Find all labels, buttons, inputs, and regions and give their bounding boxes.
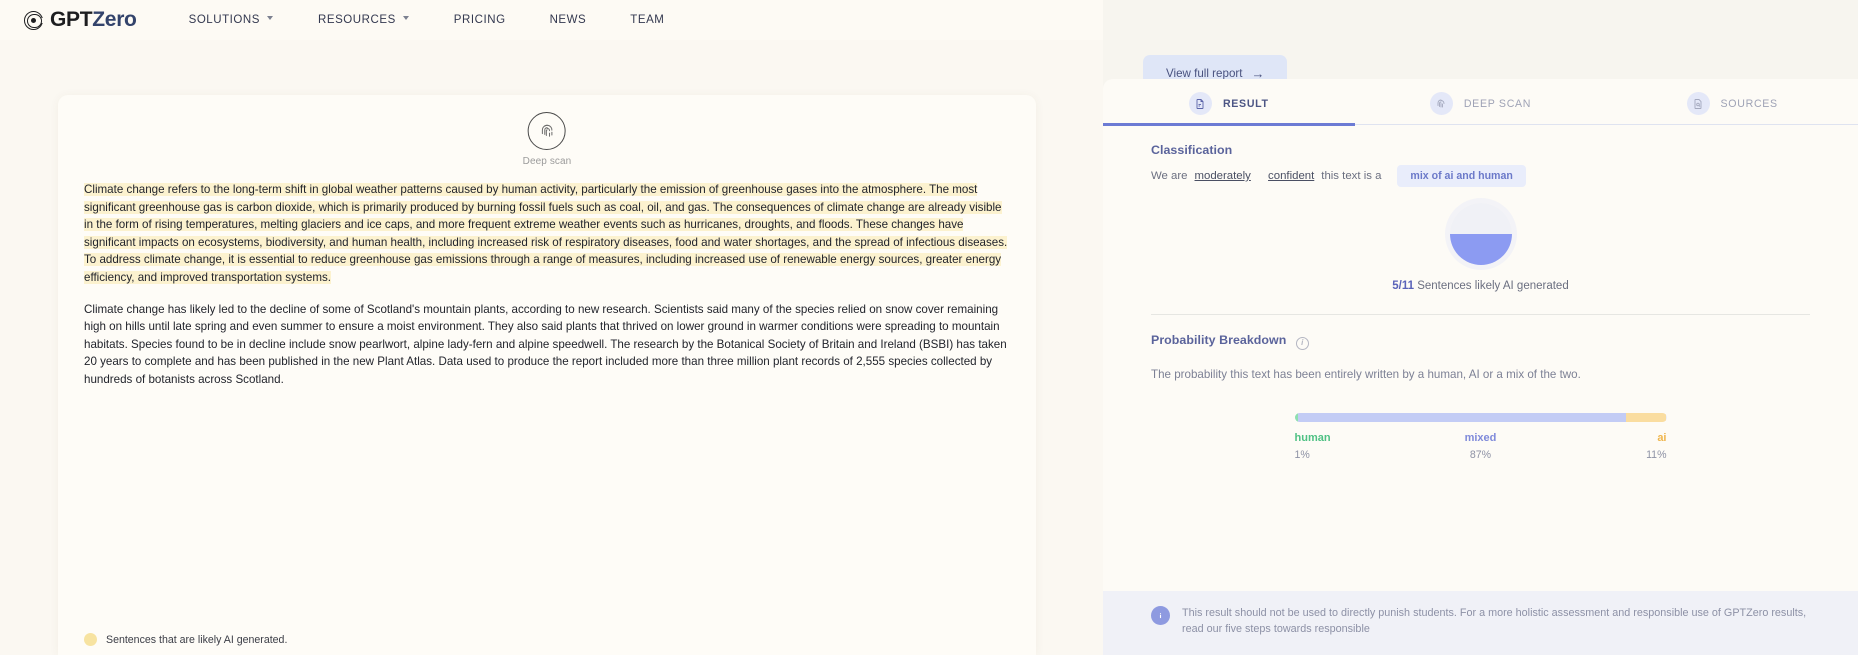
brand-logo[interactable]: GPTZero: [24, 8, 137, 32]
nav-item-pricing-label: PRICING: [453, 14, 506, 26]
document-icon: [1188, 92, 1212, 115]
tab-result-label: RESULT: [1222, 97, 1269, 110]
classification-section: Classification We are moderately confide…: [1103, 125, 1858, 315]
editor-text-area[interactable]: Climate change refers to the long-term s…: [84, 181, 1010, 403]
tab-deep-scan[interactable]: DEEP SCAN: [1355, 83, 1607, 124]
classification-score: 5/11 Sentences likely AI generated: [1392, 280, 1568, 292]
gptzero-logo-icon: [24, 10, 44, 30]
classification-title: Classification: [1151, 143, 1233, 157]
report-panel: View full report → RESULT DEEP SCAN SOUR…: [1103, 0, 1858, 655]
classification-gauge-wrap: 5/11 Sentences likely AI generated: [1151, 203, 1810, 292]
app-root: GPTZero SOLUTIONS RESOURCES PRICING NEWS…: [0, 0, 1858, 655]
chevron-down-icon: [267, 15, 274, 23]
tab-sources[interactable]: SOURCES: [1606, 83, 1858, 124]
probability-label-human: human: [1294, 431, 1331, 444]
probability-section: Probability Breakdown i The probability …: [1103, 315, 1858, 461]
legend: Sentences that are likely AI generated.: [84, 633, 287, 646]
fingerprint-icon: [528, 112, 566, 150]
probability-label-mixed: mixed: [1464, 431, 1497, 444]
nav-links: SOLUTIONS RESOURCES PRICING NEWS TEAM: [167, 14, 687, 26]
classification-chip: mix of ai and human: [1397, 165, 1526, 187]
tab-sources-label: SOURCES: [1720, 97, 1778, 110]
classification-summary: We are moderately confident this text is…: [1151, 165, 1810, 187]
document-search-icon: [1686, 92, 1710, 115]
classification-emphasis-1: moderately: [1194, 170, 1251, 182]
nav-item-solutions-label: SOLUTIONS: [188, 14, 260, 26]
info-filled-icon: [1151, 605, 1170, 625]
nav-item-news[interactable]: NEWS: [528, 14, 609, 26]
probability-value-mixed: 87%: [1469, 448, 1492, 461]
probability-labels: human 1% mixed 87% ai 11%: [1295, 432, 1667, 461]
nav-item-resources[interactable]: RESOURCES: [296, 14, 432, 26]
nav-item-pricing[interactable]: PRICING: [432, 14, 528, 26]
brand-text-part2: Zero: [92, 8, 137, 31]
editor-paragraph-1: Climate change refers to the long-term s…: [84, 181, 1010, 287]
probability-label-ai: ai: [1657, 431, 1667, 444]
nav-item-solutions[interactable]: SOLUTIONS: [167, 14, 296, 26]
legend-color-swatch-icon: [84, 633, 97, 646]
classification-suffix: this text is a: [1321, 170, 1382, 182]
nav-item-resources-label: RESOURCES: [318, 14, 396, 26]
classification-emphasis-2: confident: [1268, 170, 1315, 182]
bar-segment-mixed: [1298, 412, 1626, 422]
tab-deep-scan-label: DEEP SCAN: [1463, 97, 1532, 110]
chevron-down-icon: [402, 15, 410, 23]
probability-bar: [1294, 412, 1667, 422]
result-card: RESULT DEEP SCAN SOURCES Classification …: [1103, 79, 1858, 655]
classification-score-value: 5/11: [1392, 280, 1414, 292]
info-icon[interactable]: i: [1295, 336, 1309, 350]
probability-description: The probability this text has been entir…: [1151, 367, 1581, 381]
probability-entry-human: human 1%: [1295, 432, 1419, 461]
probability-entry-mixed: mixed 87%: [1419, 432, 1543, 461]
tab-result[interactable]: RESULT: [1103, 83, 1355, 126]
probability-chart: human 1% mixed 87% ai 11%: [1151, 412, 1810, 461]
legend-label: Sentences that are likely AI generated.: [106, 633, 288, 646]
brand-text-part1: GPT: [50, 8, 93, 31]
probability-value-ai: 11%: [1646, 448, 1667, 461]
nav-item-team[interactable]: TEAM: [608, 14, 686, 26]
disclaimer-text: This result should not be used to direct…: [1182, 606, 1807, 635]
deep-scan-badge[interactable]: Deep scan: [523, 112, 572, 167]
report-tabs: RESULT DEEP SCAN SOURCES: [1103, 79, 1858, 126]
nav-item-news-label: NEWS: [549, 14, 587, 26]
classification-prefix: We are: [1151, 170, 1188, 182]
nav-item-team-label: TEAM: [630, 14, 665, 26]
brand-text: GPTZero: [50, 8, 137, 32]
bar-segment-ai: [1625, 412, 1667, 422]
probability-value-human: 1%: [1294, 448, 1310, 461]
disclaimer-banner: This result should not be used to direct…: [1103, 590, 1858, 655]
highlighted-sentence: Climate change refers to the long-term s…: [84, 183, 1008, 285]
probability-bar-wrap: human 1% mixed 87% ai 11%: [1294, 412, 1667, 461]
editor-card: Deep scan Climate change refers to the l…: [58, 95, 1036, 655]
probability-title-row: Probability Breakdown i: [1151, 333, 1810, 350]
editor-paragraph-2: Climate change has likely led to the dec…: [84, 302, 1007, 387]
probability-entry-ai: ai 11%: [1543, 431, 1667, 461]
classification-gauge: [1449, 203, 1512, 265]
probability-title: Probability Breakdown: [1151, 333, 1287, 347]
deep-scan-label: Deep scan: [522, 156, 572, 167]
classification-score-caption: Sentences likely AI generated: [1417, 280, 1569, 292]
fingerprint-icon: [1429, 92, 1453, 115]
